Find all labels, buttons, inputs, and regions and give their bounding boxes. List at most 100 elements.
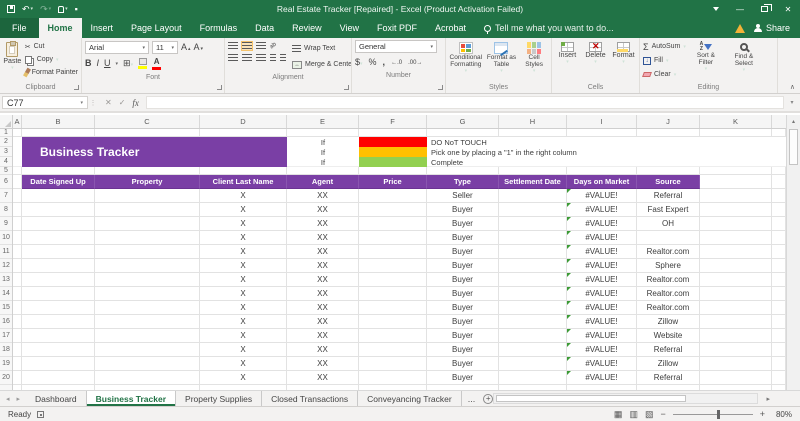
cell-C16-property[interactable] [95,315,200,329]
column-header-I[interactable]: I [567,115,637,128]
row-header-20[interactable]: 20 [0,371,12,385]
cell-C7-property[interactable] [95,189,200,203]
cell-E9-agent[interactable]: XX [287,217,359,231]
cell-C15-property[interactable] [95,301,200,315]
comma-format-button[interactable]: , [383,58,386,67]
name-box-splitter[interactable]: ⋮ [88,94,98,111]
alignment-dialog-launcher[interactable] [344,85,349,90]
cell-G15-type[interactable]: Buyer [427,301,499,315]
cell-F17-price[interactable] [359,329,427,343]
cell-A[interactable] [13,217,22,231]
cell-J18-source[interactable]: Referral [637,343,700,357]
cell-K[interactable] [700,167,772,175]
cell-F[interactable] [359,129,427,137]
clear-button[interactable]: Clear▾ [643,68,686,81]
cell-K[interactable] [700,203,772,217]
row-header-6[interactable]: 6 [0,175,12,189]
ribbon-tab-page-layout[interactable]: Page Layout [122,18,191,38]
restore-button[interactable] [752,0,776,18]
sheet-tab-business-tracker[interactable]: Business Tracker [87,391,176,406]
cell-F9-price[interactable] [359,217,427,231]
cell-I19-days[interactable]: #VALUE! [567,357,637,371]
cell-D11-client[interactable]: X [200,245,287,259]
cell-D18-client[interactable]: X [200,343,287,357]
shrink-font-button[interactable]: A▾ [194,43,204,52]
cell-B10-date[interactable] [22,231,95,245]
cell-E17-agent[interactable]: XX [287,329,359,343]
cell-F19-price[interactable] [359,357,427,371]
cell-J17-source[interactable]: Website [637,329,700,343]
cell-D10-client[interactable]: X [200,231,287,245]
cell-C11-property[interactable] [95,245,200,259]
sort-filter-button[interactable]: AZ Sort & Filter ▾ [689,40,723,81]
cell-I[interactable] [567,129,637,137]
cell-H8-settlement[interactable] [499,203,567,217]
cell-D[interactable] [200,129,287,137]
column-title-source[interactable]: Source [637,175,700,189]
cell-E20-agent[interactable]: XX [287,371,359,385]
collapse-ribbon-button[interactable]: ∧ [790,83,795,91]
cell-partial[interactable] [772,343,786,357]
cell-partial[interactable] [772,315,786,329]
cell-H19-settlement[interactable] [499,357,567,371]
ribbon-tab-file[interactable]: File [0,18,39,38]
cell-D15-client[interactable]: X [200,301,287,315]
cell-K[interactable] [700,287,772,301]
column-header-D[interactable]: D [200,115,287,128]
cell-I[interactable] [567,167,637,175]
cell-D[interactable] [200,167,287,175]
cell-A[interactable] [13,301,22,315]
cell-K[interactable] [700,357,772,371]
cell-K[interactable] [700,273,772,287]
percent-format-button[interactable]: % [369,58,377,67]
row-header-18[interactable]: 18 [0,343,12,357]
row-header-15[interactable]: 15 [0,301,12,315]
touch-mode-button[interactable]: ▾ [58,6,68,13]
column-header-E[interactable]: E [287,115,359,128]
cell-D19-client[interactable]: X [200,357,287,371]
column-header-B[interactable]: B [22,115,95,128]
cell-K[interactable] [700,129,772,137]
cell-G18-type[interactable]: Buyer [427,343,499,357]
cell-J[interactable] [637,129,700,137]
cell-I16-days[interactable]: #VALUE! [567,315,637,329]
name-box[interactable]: C77▾ [2,96,88,109]
cell-J12-source[interactable]: Sphere [637,259,700,273]
column-header-F[interactable]: F [359,115,427,128]
legend-color-swatch[interactable] [359,147,427,157]
horizontal-scroll-thumb[interactable] [496,395,686,402]
font-size-select[interactable]: 11▾ [152,41,178,54]
row-header-14[interactable]: 14 [0,287,12,301]
cell-F18-price[interactable] [359,343,427,357]
enter-entry-button[interactable]: ✓ [119,98,126,107]
copy-button[interactable]: Copy▾ [25,53,78,66]
autosum-button[interactable]: ΣAutoSum▾ [643,40,686,53]
row-header-5[interactable]: 5 [0,167,12,175]
column-header-C[interactable]: C [95,115,200,128]
cell-A[interactable] [13,329,22,343]
cell-H[interactable] [499,167,567,175]
cell-E12-agent[interactable]: XX [287,259,359,273]
row-header-8[interactable]: 8 [0,203,12,217]
cell-F7-price[interactable] [359,189,427,203]
cell-K[interactable] [700,371,772,385]
cell-partial[interactable] [772,273,786,287]
cell-D7-client[interactable]: X [200,189,287,203]
cell-D12-client[interactable]: X [200,259,287,273]
cell-J9-source[interactable]: OH [637,217,700,231]
vertical-scrollbar[interactable]: ▴ [786,115,800,390]
align-right-button[interactable] [256,54,266,62]
cell-C18-property[interactable] [95,343,200,357]
cell-partial[interactable] [772,167,786,175]
sheet-tab-closed-transactions[interactable]: Closed Transactions [262,391,358,406]
cell-E10-agent[interactable]: XX [287,231,359,245]
font-color-button[interactable]: A [152,58,161,70]
cell-A[interactable] [13,189,22,203]
cell-G9-type[interactable]: Buyer [427,217,499,231]
cell-J8-source[interactable]: Fast Expert [637,203,700,217]
cell-H15-settlement[interactable] [499,301,567,315]
column-title-property[interactable]: Property [95,175,200,189]
column-header-K[interactable]: K [700,115,772,128]
customize-qat-button[interactable]: ▪ [75,5,78,14]
cell-B17-date[interactable] [22,329,95,343]
